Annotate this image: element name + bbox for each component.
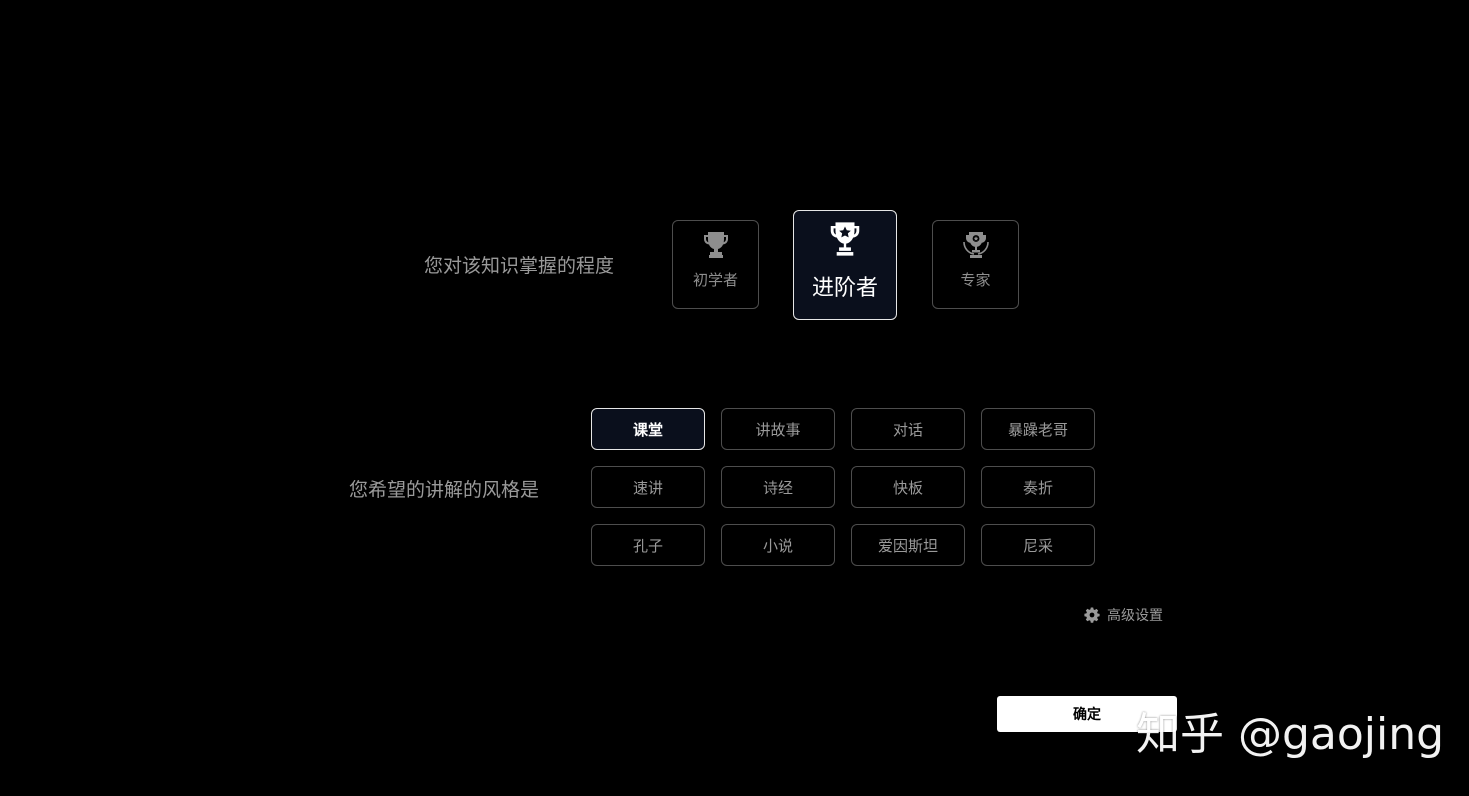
level-question-label: 您对该知识掌握的程度 — [424, 255, 615, 277]
style-option-confucius[interactable]: 孔子 — [591, 524, 705, 566]
trophy-laurel-icon — [962, 232, 989, 258]
style-option-classroom[interactable]: 课堂 — [591, 408, 705, 450]
style-option-einstein[interactable]: 爱因斯坦 — [851, 524, 965, 566]
style-option-storytelling[interactable]: 讲故事 — [721, 408, 835, 450]
style-question-label: 您希望的讲解的风格是 — [349, 479, 540, 501]
advanced-settings-link[interactable]: 高级设置 — [1084, 605, 1163, 625]
trophy-star-icon — [830, 222, 860, 256]
style-option-dialogue[interactable]: 对话 — [851, 408, 965, 450]
style-option-book-of-songs[interactable]: 诗经 — [721, 466, 835, 508]
gear-icon — [1084, 607, 1100, 623]
style-option-grumpy-bro[interactable]: 暴躁老哥 — [981, 408, 1095, 450]
style-option-novel[interactable]: 小说 — [721, 524, 835, 566]
level-label: 专家 — [960, 271, 991, 289]
style-option-nietzsche[interactable]: 尼采 — [981, 524, 1095, 566]
level-option-expert[interactable]: 专家 — [932, 220, 1019, 309]
advanced-settings-label: 高级设置 — [1107, 608, 1163, 624]
style-option-speed-talk[interactable]: 速讲 — [591, 466, 705, 508]
level-label: 初学者 — [692, 271, 738, 289]
style-option-kuaiban[interactable]: 快板 — [851, 466, 965, 508]
level-option-beginner[interactable]: 初学者 — [672, 220, 759, 309]
level-label: 进阶者 — [811, 276, 878, 301]
style-option-memorial[interactable]: 奏折 — [981, 466, 1095, 508]
trophy-icon — [703, 232, 728, 258]
level-option-intermediate[interactable]: 进阶者 — [793, 210, 897, 320]
watermark: 知乎 @gaojing — [1136, 709, 1445, 760]
learning-settings-page: 您对该知识掌握的程度 初学者 进阶者 专家 您希望的讲解的风格是 课堂 讲故事 … — [0, 0, 1469, 796]
